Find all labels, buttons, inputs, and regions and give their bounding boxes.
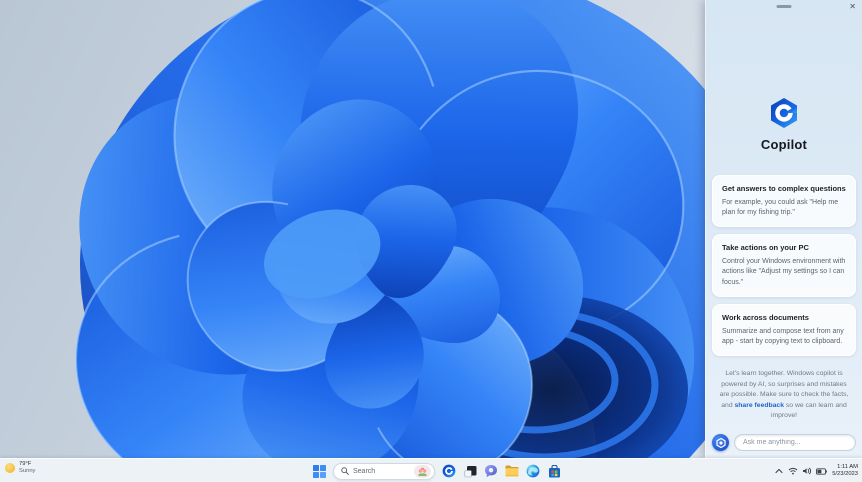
windows-logo-icon [312, 464, 326, 478]
chevron-up-icon [775, 468, 783, 474]
clock-time: 1:11 AM [837, 463, 858, 470]
file-explorer-icon[interactable] [505, 464, 519, 478]
share-feedback-link[interactable]: share feedback [735, 402, 785, 409]
card-take-actions[interactable]: Take actions on your PC Control your Win… [712, 234, 856, 297]
ai-disclaimer: Let's learn together. Windows copilot is… [716, 369, 852, 422]
microsoft-store-icon[interactable] [547, 464, 561, 478]
task-view-icon[interactable] [463, 464, 477, 478]
battery-icon [816, 467, 828, 475]
copilot-compose-button[interactable] [712, 434, 729, 451]
copilot-logo-icon [767, 96, 801, 130]
close-icon[interactable]: ✕ [849, 2, 856, 12]
card-title: Take actions on your PC [722, 243, 809, 253]
weather-text: 79°F Sunny [19, 461, 35, 475]
sun-icon [5, 463, 15, 474]
weather-widget[interactable]: 79°F Sunny [5, 461, 35, 475]
weather-temp: 79°F [19, 461, 32, 467]
screen: ✕ Copilot Get answers to complex questio… [0, 0, 862, 482]
ask-me-anything-input[interactable] [734, 434, 856, 451]
search-icon [341, 467, 349, 475]
panel-topbar: ✕ [706, 0, 862, 14]
page-title: Copilot [760, 137, 808, 152]
copilot-panel: ✕ Copilot Get answers to complex questio… [705, 0, 862, 458]
tray-chevron[interactable] [775, 468, 783, 474]
card-body: For example, you could ask "Help me plan… [722, 199, 839, 217]
card-get-answers[interactable]: Get answers to complex questions For exa… [712, 175, 856, 228]
start-button[interactable] [312, 464, 326, 478]
card-title: Work across documents [722, 312, 809, 322]
suggestion-cards: Get answers to complex questions For exa… [706, 175, 862, 356]
card-title: Get answers to complex questions [722, 184, 846, 193]
wifi-icon [788, 467, 798, 475]
panel-drag-handle[interactable] [776, 5, 792, 8]
copilot-input-row [712, 434, 856, 451]
system-tray: 1:11 AM 5/23/2023 [775, 459, 858, 482]
card-body: Summarize and compose text from any app … [722, 327, 844, 345]
copilot-mini-icon [715, 437, 726, 448]
search-box[interactable]: Search [333, 462, 435, 480]
clock[interactable]: 1:11 AM 5/23/2023 [832, 464, 858, 478]
card-work-documents[interactable]: Work across documents Summarize and comp… [712, 303, 856, 356]
search-highlights-icon[interactable] [414, 464, 431, 478]
volume-icon [803, 467, 812, 475]
clock-date: 5/23/2023 [832, 471, 858, 477]
search-label: Search [353, 467, 376, 475]
card-body: Control your Windows environment with ac… [722, 258, 846, 286]
tray-status-icons[interactable] [788, 467, 828, 475]
edge-browser-icon[interactable] [526, 464, 540, 478]
chat-icon[interactable] [484, 464, 498, 478]
taskbar-center: Search [312, 459, 561, 482]
taskbar-copilot-icon[interactable] [442, 464, 456, 478]
taskbar: 79°F Sunny Search 1:11 AM 5/23/2023 [0, 458, 862, 482]
weather-condition: Sunny [19, 468, 36, 475]
